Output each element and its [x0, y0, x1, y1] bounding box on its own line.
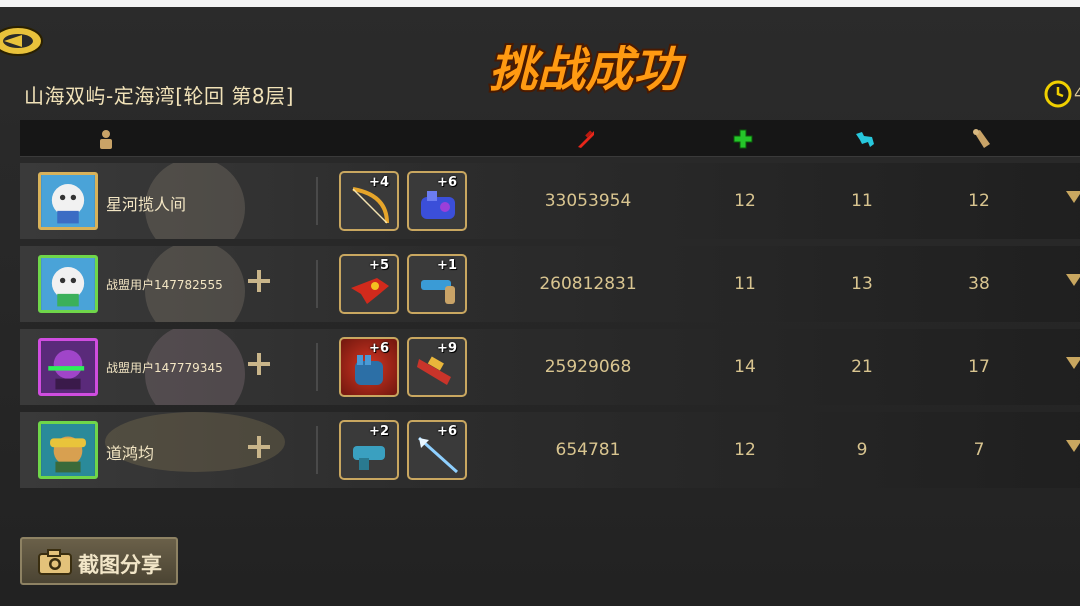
expand-arrow-icon[interactable] [1066, 274, 1080, 288]
cannon-icon [417, 356, 451, 385]
player-name: 战盟用户147782555 [106, 278, 223, 292]
damage-value: 33053954 [544, 191, 632, 211]
camera-icon [38, 549, 72, 575]
equipment-slot-1[interactable]: +4 [339, 171, 399, 231]
player-avatar[interactable] [38, 255, 98, 313]
heal-value: 12 [734, 191, 756, 211]
add-friend-icon[interactable] [246, 434, 272, 460]
challenge-success-banner: 挑战成功 [487, 40, 689, 100]
wolf-value: 21 [851, 357, 873, 377]
player-avatar[interactable] [38, 172, 98, 230]
expand-arrow-icon[interactable] [1066, 191, 1080, 205]
item-level: +6 [437, 175, 457, 190]
bow-icon [352, 187, 389, 224]
item-level: +2 [369, 424, 389, 439]
player-avatar[interactable] [38, 421, 98, 479]
wolf-value: 13 [851, 274, 873, 294]
divider [316, 343, 318, 391]
share-label: 截图分享 [78, 553, 162, 577]
blaster-icon [353, 446, 385, 470]
stats-header [20, 120, 1080, 157]
screenshot-share-button[interactable]: 截图分享 [20, 537, 178, 585]
equipment-slot-2[interactable]: +6 [407, 171, 467, 231]
wolf-value: 9 [856, 440, 868, 460]
equipment-slot-2[interactable]: +6 [407, 420, 467, 480]
heal-value: 12 [734, 440, 756, 460]
player-icon [100, 130, 112, 149]
banner-text: 挑战成功 [489, 42, 687, 98]
item-level: +4 [369, 175, 389, 190]
player-row-3: 战盟用户147779345 +6 +9 25929068 14 21 17 [20, 329, 1080, 405]
player-row-4: 道鸿均 +2 +6 654781 12 9 7 [20, 412, 1080, 488]
level-title: 山海双屿-定海湾[轮回 第8层] [24, 84, 294, 108]
expand-arrow-icon[interactable] [1066, 357, 1080, 371]
player-name: 星河揽人间 [106, 195, 187, 214]
gun-icon [421, 280, 455, 304]
equipment-slot-2[interactable]: +1 [407, 254, 467, 314]
equipment-slot-1[interactable]: +6 [339, 337, 399, 397]
damage-icon [578, 130, 594, 148]
scroll-value: 38 [968, 274, 990, 294]
expand-arrow-icon[interactable] [1066, 440, 1080, 454]
equipment-slot-2[interactable]: +9 [407, 337, 467, 397]
item-level: +6 [369, 341, 389, 356]
claw-icon [351, 278, 389, 304]
player-name: 道鸿均 [106, 444, 155, 463]
heal-value: 14 [734, 357, 756, 377]
clock-icon [1044, 80, 1072, 108]
item-level: +1 [437, 258, 457, 273]
equipment-slot-1[interactable]: +5 [339, 254, 399, 314]
damage-value: 25929068 [544, 357, 632, 377]
heal-icon [733, 129, 753, 149]
item-level: +9 [437, 341, 457, 356]
player-avatar[interactable] [38, 338, 98, 396]
back-arrow-icon[interactable] [0, 22, 44, 60]
player-row-2: 战盟用户147782555 +5 +1 260812831 11 13 38 [20, 246, 1080, 322]
damage-value: 654781 [555, 440, 621, 460]
gauntlet-icon [421, 191, 455, 219]
player-row-1: 星河揽人间 +4 +6 33053954 12 11 12 [20, 163, 1080, 239]
divider [316, 177, 318, 225]
timer-value: 4 [1074, 84, 1080, 103]
damage-value: 260812831 [539, 274, 637, 294]
item-level: +6 [437, 424, 457, 439]
top-strip [0, 0, 1080, 7]
glove-icon [355, 355, 383, 385]
scroll-value: 7 [973, 440, 985, 460]
player-name: 战盟用户147779345 [106, 361, 223, 375]
scroll-value: 12 [968, 191, 990, 211]
add-friend-icon[interactable] [246, 268, 272, 294]
heal-value: 11 [734, 274, 756, 294]
divider [316, 426, 318, 474]
spear-icon [417, 436, 459, 474]
item-level: +5 [369, 258, 389, 273]
equipment-slot-1[interactable]: +2 [339, 420, 399, 480]
scroll-value: 17 [968, 357, 990, 377]
divider [316, 260, 318, 308]
scroll-icon [973, 129, 990, 148]
wolf-icon [856, 132, 874, 147]
add-friend-icon[interactable] [246, 351, 272, 377]
wolf-value: 11 [851, 191, 873, 211]
